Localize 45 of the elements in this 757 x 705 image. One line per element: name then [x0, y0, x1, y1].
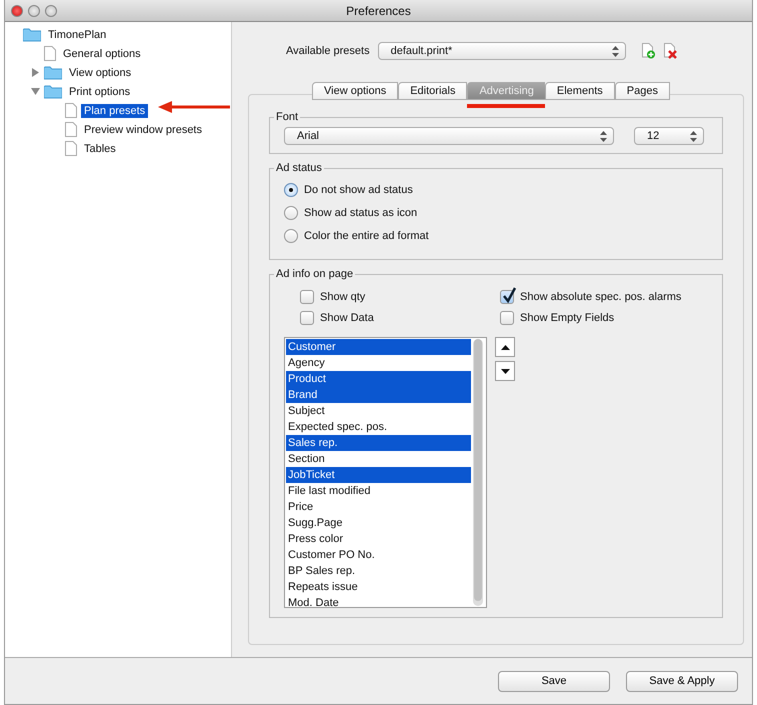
list-item[interactable]: JobTicket: [286, 467, 471, 483]
presets-label: Available presets: [286, 45, 370, 57]
checkbox-label: Show qty: [320, 291, 366, 303]
window-title: Preferences: [345, 4, 412, 18]
size-dropdown[interactable]: 12: [634, 127, 704, 145]
checkbox-label: Show Empty Fields: [520, 312, 614, 324]
font-dropdown[interactable]: Arial: [284, 127, 614, 145]
tree-item[interactable]: TimonePlan: [45, 28, 110, 42]
radio-label: Color the entire ad format: [304, 230, 429, 242]
tree-item[interactable]: View options: [66, 66, 134, 80]
tree-item[interactable]: Tables: [81, 142, 119, 156]
list-item[interactable]: Press color: [286, 531, 471, 547]
tab[interactable]: Elements: [544, 82, 615, 100]
list-item[interactable]: Sales rep.: [286, 435, 471, 451]
checkbox-label: Show Data: [320, 312, 374, 324]
radio-label: Do not show ad status: [304, 184, 413, 196]
list-item[interactable]: Expected spec. pos.: [286, 419, 471, 435]
presets-dropdown[interactable]: default.print*: [378, 42, 626, 60]
list-item[interactable]: Mod. Date: [286, 595, 471, 611]
list-item[interactable]: Price: [286, 499, 471, 515]
list-item[interactable]: Brand: [286, 387, 471, 403]
list-item[interactable]: Sugg.Page: [286, 515, 471, 531]
list-item[interactable]: Customer PO No.: [286, 547, 471, 563]
tab[interactable]: View options: [312, 82, 398, 100]
radio-label: Show ad status as icon: [304, 206, 418, 218]
list-item[interactable]: Section: [286, 451, 471, 467]
tree-item[interactable]: Preview window presets: [81, 122, 205, 136]
tab[interactable]: Editorials: [398, 82, 468, 100]
tree-item[interactable]: General options: [60, 46, 144, 60]
group-title: Font: [275, 111, 300, 123]
list-item[interactable]: Subject: [286, 403, 471, 419]
list-item[interactable]: Customer: [286, 339, 471, 355]
list-item[interactable]: Agency: [286, 355, 471, 371]
tab[interactable]: Pages: [614, 82, 670, 100]
group-title: Ad info on page: [275, 268, 354, 280]
tree-item[interactable]: Plan presets: [81, 104, 148, 118]
group-title: Ad status: [275, 162, 323, 174]
list-item[interactable]: Product: [286, 371, 471, 387]
list-item[interactable]: BP Sales rep.: [286, 563, 471, 579]
dialog-button[interactable]: Save: [498, 670, 610, 692]
list-item[interactable]: File last modified: [286, 483, 471, 499]
list-item[interactable]: Repeats issue: [286, 579, 471, 595]
checkbox-label: Show absolute spec. pos. alarms: [520, 291, 682, 303]
tree-item[interactable]: Print options: [66, 84, 134, 98]
dialog-button[interactable]: Save & Apply: [626, 670, 738, 692]
